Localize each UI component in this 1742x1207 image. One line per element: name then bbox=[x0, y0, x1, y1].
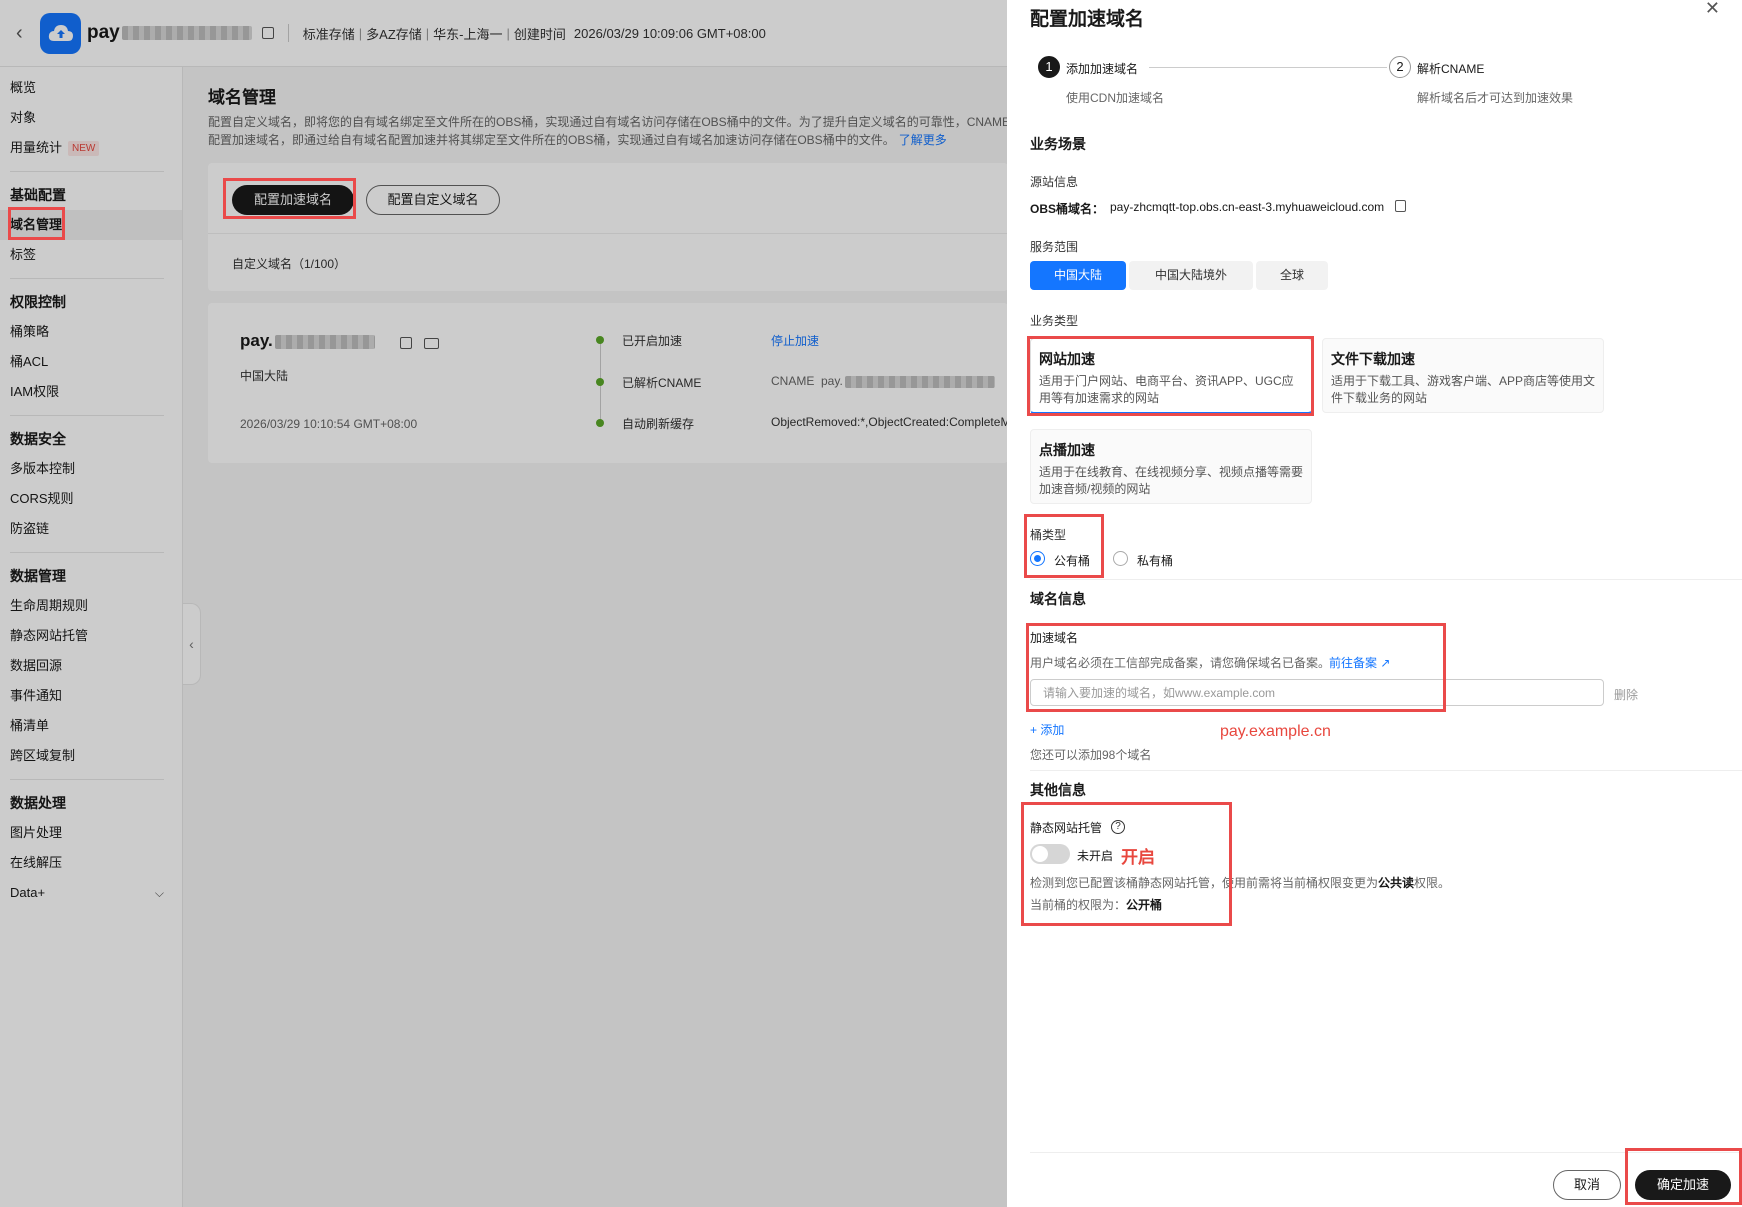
obs-domain-value: pay-zhcmqtt-top.obs.cn-east-3.myhuaweicl… bbox=[1110, 200, 1385, 214]
radio-private-bucket-label[interactable]: 私有桶 bbox=[1137, 552, 1173, 569]
divider bbox=[1030, 579, 1742, 580]
configure-accel-domain-drawer: 配置加速域名 ✕ 1 添加加速域名 使用CDN加速域名 2 解析CNAME 解析… bbox=[1007, 0, 1742, 1207]
radio-private-bucket[interactable] bbox=[1113, 551, 1128, 566]
obs-domain-label-text: OBS桶域名： bbox=[1030, 202, 1105, 216]
static-hosting-label: 静态网站托管 bbox=[1030, 821, 1103, 835]
section-title-other: 其他信息 bbox=[1030, 782, 1086, 798]
step-2-title: 解析CNAME bbox=[1417, 62, 1485, 76]
static-hosting-toggle[interactable] bbox=[1030, 844, 1070, 864]
confirm-accel-button[interactable]: 确定加速 bbox=[1635, 1170, 1731, 1200]
type-card-title: 文件下载加速 bbox=[1331, 351, 1415, 367]
cancel-button[interactable]: 取消 bbox=[1553, 1170, 1621, 1200]
type-card-title: 网站加速 bbox=[1039, 351, 1095, 367]
radio-public-bucket-label[interactable]: 公有桶 bbox=[1054, 552, 1090, 569]
icp-note: 用户域名必须在工信部完成备案，请您确保域名已备案。 bbox=[1030, 656, 1331, 670]
section-title-domain: 域名信息 bbox=[1030, 591, 1086, 607]
accel-domain-label: 加速域名 bbox=[1030, 631, 1079, 645]
obs-domain-label: OBS桶域名： bbox=[1030, 200, 1104, 217]
current-permission: 当前桶的权限为：公开桶 bbox=[1030, 896, 1162, 913]
hosting-note-emph: 公共读 bbox=[1378, 876, 1415, 890]
step-2-subtitle: 解析域名后才可达到加速效果 bbox=[1417, 91, 1574, 105]
business-type-label: 业务类型 bbox=[1030, 314, 1079, 328]
divider bbox=[1030, 770, 1742, 771]
step-2-number: 2 bbox=[1389, 56, 1411, 78]
accel-domain-input[interactable] bbox=[1030, 679, 1604, 706]
type-card-vod[interactable]: 点播加速 适用于在线教育、在线视频分享、视频点播等需要加速音频/视频的网站 bbox=[1030, 429, 1312, 504]
delete-domain-button[interactable]: 删除 bbox=[1614, 686, 1638, 703]
hosting-note-text: 检测到您已配置该桶静态网站托管，使用前需将当前桶权限变更为 bbox=[1030, 876, 1379, 890]
type-card-desc: 适用于下载工具、游戏客户端、APP商店等使用文件下载业务的网站 bbox=[1331, 374, 1596, 405]
help-icon[interactable]: ? bbox=[1111, 820, 1125, 834]
section-title-scenario: 业务场景 bbox=[1030, 136, 1086, 152]
bucket-type-label: 桶类型 bbox=[1030, 528, 1067, 542]
step-1-subtitle: 使用CDN加速域名 bbox=[1066, 91, 1164, 105]
hosting-note: 检测到您已配置该桶静态网站托管，使用前需将当前桶权限变更为公共读权限。 bbox=[1030, 874, 1450, 891]
radio-public-bucket[interactable] bbox=[1030, 551, 1045, 566]
service-scope-label: 服务范围 bbox=[1030, 240, 1079, 254]
origin-info-label: 源站信息 bbox=[1030, 175, 1079, 189]
step-1-number: 1 bbox=[1038, 56, 1060, 78]
divider bbox=[1030, 1152, 1742, 1153]
current-permission-value: 公开桶 bbox=[1126, 898, 1163, 912]
copy-icon[interactable] bbox=[1395, 200, 1406, 212]
remaining-domains-note: 您还可以添加98个域名 bbox=[1030, 748, 1152, 762]
toggle-state-label: 未开启 bbox=[1077, 849, 1114, 863]
drawer-title: 配置加速域名 bbox=[1030, 9, 1145, 30]
step-connector bbox=[1149, 67, 1387, 68]
hosting-note-text: 权限。 bbox=[1414, 876, 1451, 890]
type-card-desc: 适用于门户网站、电商平台、资讯APP、UGC应用等有加速需求的网站 bbox=[1039, 374, 1294, 405]
annotation-domain-example: pay.example.cn bbox=[1220, 723, 1331, 740]
scope-option-mainland[interactable]: 中国大陆 bbox=[1030, 261, 1126, 290]
external-link-icon: ↗ bbox=[1380, 656, 1391, 670]
type-card-website[interactable]: 网站加速 适用于门户网站、电商平台、资讯APP、UGC应用等有加速需求的网站 bbox=[1030, 338, 1312, 414]
step-1-title: 添加加速域名 bbox=[1066, 62, 1139, 76]
type-card-title: 点播加速 bbox=[1039, 442, 1095, 458]
current-permission-label: 当前桶的权限为： bbox=[1030, 898, 1127, 912]
add-domain-button[interactable]: + 添加 bbox=[1030, 721, 1064, 738]
close-icon[interactable]: ✕ bbox=[1705, 0, 1720, 19]
type-card-desc: 适用于在线教育、在线视频分享、视频点播等需要加速音频/视频的网站 bbox=[1039, 465, 1304, 496]
scope-option-overseas[interactable]: 中国大陆境外 bbox=[1129, 261, 1253, 290]
type-card-file-download[interactable]: 文件下载加速 适用于下载工具、游戏客户端、APP商店等使用文件下载业务的网站 bbox=[1322, 338, 1604, 413]
icp-filing-link-text: 前往备案 bbox=[1329, 656, 1378, 670]
icp-filing-link[interactable]: 前往备案 ↗ bbox=[1329, 654, 1390, 671]
scope-option-global[interactable]: 全球 bbox=[1256, 261, 1328, 290]
annotation-enable: 开启 bbox=[1121, 848, 1155, 867]
modal-backdrop[interactable] bbox=[0, 0, 1007, 1207]
